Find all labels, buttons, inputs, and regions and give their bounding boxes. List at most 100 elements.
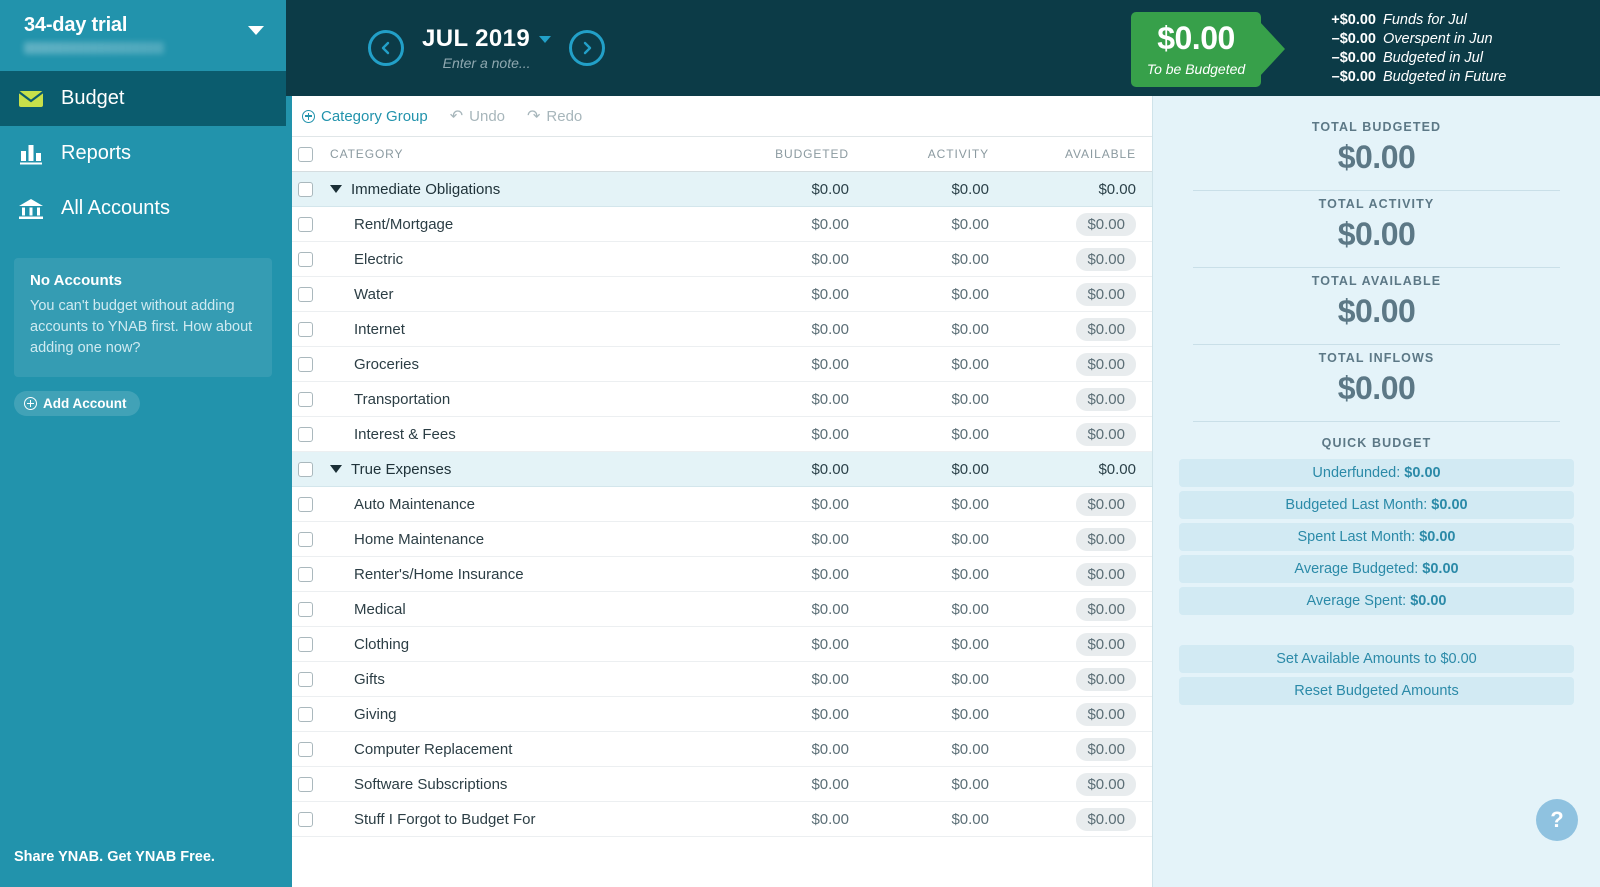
available-cell[interactable]: $0.00 xyxy=(1002,282,1152,306)
category-row[interactable]: Auto Maintenance $0.00 $0.00 $0.00 xyxy=(286,487,1152,522)
sidebar-item-budget[interactable]: Budget xyxy=(0,71,286,126)
row-checkbox[interactable] xyxy=(297,601,313,617)
budgeted-cell[interactable]: $0.00 xyxy=(722,531,862,548)
quick-budget-button[interactable]: Spent Last Month: $0.00 xyxy=(1179,523,1574,551)
category-row[interactable]: Medical $0.00 $0.00 $0.00 xyxy=(286,592,1152,627)
category-row[interactable]: Giving $0.00 $0.00 $0.00 xyxy=(286,697,1152,732)
row-checkbox[interactable] xyxy=(297,356,313,372)
budgeted-cell[interactable]: $0.00 xyxy=(722,671,862,688)
activity-cell[interactable]: $0.00 xyxy=(862,216,1002,233)
row-checkbox[interactable] xyxy=(297,566,313,582)
quick-budget-button[interactable]: Budgeted Last Month: $0.00 xyxy=(1179,491,1574,519)
row-checkbox[interactable] xyxy=(297,531,313,547)
redo-button[interactable]: ↷ Redo xyxy=(527,106,582,126)
available-cell[interactable]: $0.00 xyxy=(1002,807,1152,831)
budgeted-cell[interactable]: $0.00 xyxy=(722,811,862,828)
budgeted-cell[interactable]: $0.00 xyxy=(722,321,862,338)
row-checkbox[interactable] xyxy=(297,391,313,407)
available-cell[interactable]: $0.00 xyxy=(1002,461,1152,478)
quick-budget-button[interactable]: Underfunded: $0.00 xyxy=(1179,459,1574,487)
budgeted-cell[interactable]: $0.00 xyxy=(722,356,862,373)
row-checkbox[interactable] xyxy=(297,286,313,302)
activity-cell[interactable]: $0.00 xyxy=(862,181,1002,198)
month-note-input[interactable]: Enter a note... xyxy=(422,55,551,71)
budget-switcher[interactable]: 34-day trial xyxy=(0,0,286,69)
category-group-row[interactable]: Immediate Obligations $0.00 $0.00 $0.00 xyxy=(286,172,1152,207)
category-row[interactable]: Water $0.00 $0.00 $0.00 xyxy=(286,277,1152,312)
to-be-budgeted-button[interactable]: $0.00 To be Budgeted xyxy=(1131,11,1261,87)
activity-cell[interactable]: $0.00 xyxy=(862,286,1002,303)
activity-cell[interactable]: $0.00 xyxy=(862,601,1002,618)
category-row[interactable]: Gifts $0.00 $0.00 $0.00 xyxy=(286,662,1152,697)
row-checkbox[interactable] xyxy=(297,671,313,687)
activity-cell[interactable]: $0.00 xyxy=(862,671,1002,688)
available-cell[interactable]: $0.00 xyxy=(1002,352,1152,376)
category-row[interactable]: Internet $0.00 $0.00 $0.00 xyxy=(286,312,1152,347)
budgeted-cell[interactable]: $0.00 xyxy=(722,216,862,233)
available-cell[interactable]: $0.00 xyxy=(1002,772,1152,796)
budgeted-cell[interactable]: $0.00 xyxy=(722,566,862,583)
category-row[interactable]: Clothing $0.00 $0.00 $0.00 xyxy=(286,627,1152,662)
share-ynab-link[interactable]: Share YNAB. Get YNAB Free. xyxy=(14,849,215,865)
collapse-triangle-icon[interactable] xyxy=(330,465,342,474)
row-checkbox[interactable] xyxy=(297,216,313,232)
available-cell[interactable]: $0.00 xyxy=(1002,737,1152,761)
activity-cell[interactable]: $0.00 xyxy=(862,251,1002,268)
quick-budget-action-button[interactable]: Set Available Amounts to $0.00 xyxy=(1179,645,1574,673)
category-row[interactable]: Transportation $0.00 $0.00 $0.00 xyxy=(286,382,1152,417)
activity-cell[interactable]: $0.00 xyxy=(862,496,1002,513)
activity-cell[interactable]: $0.00 xyxy=(862,426,1002,443)
available-cell[interactable]: $0.00 xyxy=(1002,597,1152,621)
activity-cell[interactable]: $0.00 xyxy=(862,461,1002,478)
budgeted-cell[interactable]: $0.00 xyxy=(722,426,862,443)
budgeted-cell[interactable]: $0.00 xyxy=(722,496,862,513)
activity-cell[interactable]: $0.00 xyxy=(862,566,1002,583)
available-cell[interactable]: $0.00 xyxy=(1002,702,1152,726)
activity-cell[interactable]: $0.00 xyxy=(862,776,1002,793)
sidebar-item-all-accounts[interactable]: All Accounts xyxy=(0,181,286,236)
activity-cell[interactable]: $0.00 xyxy=(862,391,1002,408)
available-cell[interactable]: $0.00 xyxy=(1002,247,1152,271)
quick-budget-button[interactable]: Average Budgeted: $0.00 xyxy=(1179,555,1574,583)
category-row[interactable]: Electric $0.00 $0.00 $0.00 xyxy=(286,242,1152,277)
collapse-triangle-icon[interactable] xyxy=(330,185,342,194)
budgeted-cell[interactable]: $0.00 xyxy=(722,601,862,618)
available-cell[interactable]: $0.00 xyxy=(1002,492,1152,516)
row-checkbox[interactable] xyxy=(297,251,313,267)
budgeted-cell[interactable]: $0.00 xyxy=(722,286,862,303)
available-cell[interactable]: $0.00 xyxy=(1002,667,1152,691)
budgeted-cell[interactable]: $0.00 xyxy=(722,391,862,408)
category-row[interactable]: Groceries $0.00 $0.00 $0.00 xyxy=(286,347,1152,382)
budgeted-cell[interactable]: $0.00 xyxy=(722,636,862,653)
activity-cell[interactable]: $0.00 xyxy=(862,636,1002,653)
previous-month-button[interactable] xyxy=(368,30,404,66)
undo-button[interactable]: ↶ Undo xyxy=(450,106,505,126)
row-checkbox[interactable] xyxy=(297,426,313,442)
row-checkbox[interactable] xyxy=(297,496,313,512)
category-group-row[interactable]: True Expenses $0.00 $0.00 $0.00 xyxy=(286,452,1152,487)
activity-cell[interactable]: $0.00 xyxy=(862,356,1002,373)
budgeted-cell[interactable]: $0.00 xyxy=(722,741,862,758)
chevron-down-icon[interactable] xyxy=(539,35,552,43)
category-row[interactable]: Computer Replacement $0.00 $0.00 $0.00 xyxy=(286,732,1152,767)
help-button[interactable]: ? xyxy=(1536,799,1578,841)
budgeted-cell[interactable]: $0.00 xyxy=(722,461,862,478)
available-cell[interactable]: $0.00 xyxy=(1002,317,1152,341)
row-checkbox[interactable] xyxy=(297,741,313,757)
available-cell[interactable]: $0.00 xyxy=(1002,632,1152,656)
budgeted-cell[interactable]: $0.00 xyxy=(722,776,862,793)
row-checkbox[interactable] xyxy=(297,706,313,722)
category-row[interactable]: Renter's/Home Insurance $0.00 $0.00 $0.00 xyxy=(286,557,1152,592)
next-month-button[interactable] xyxy=(569,30,606,66)
budgeted-cell[interactable]: $0.00 xyxy=(722,181,862,198)
available-cell[interactable]: $0.00 xyxy=(1002,387,1152,411)
month-title-button[interactable]: JUL 2019 xyxy=(422,25,552,53)
row-checkbox[interactable] xyxy=(297,461,313,477)
row-checkbox[interactable] xyxy=(297,181,313,197)
activity-cell[interactable]: $0.00 xyxy=(862,706,1002,723)
add-category-group-button[interactable]: Category Group xyxy=(302,108,428,125)
activity-cell[interactable]: $0.00 xyxy=(862,321,1002,338)
available-cell[interactable]: $0.00 xyxy=(1002,181,1152,198)
category-row[interactable]: Stuff I Forgot to Budget For $0.00 $0.00 $0… xyxy=(286,802,1152,837)
available-cell[interactable]: $0.00 xyxy=(1002,527,1152,551)
